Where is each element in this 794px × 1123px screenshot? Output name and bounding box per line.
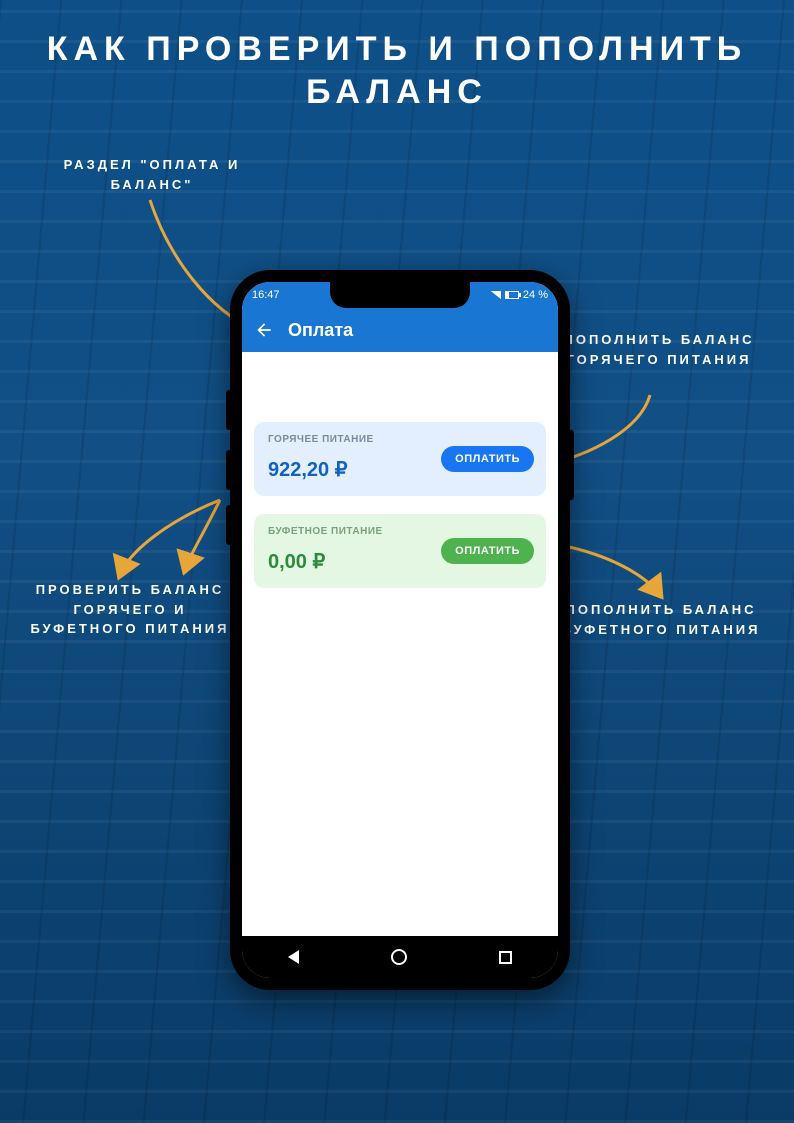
phone-screen: 16:47 24 % Оплата ГОРЯЧЕЕ ПИТАНИЕ 922,20… bbox=[242, 282, 558, 978]
annotation-topup-hot: ПОПОЛНИТЬ БАЛАНС ГОРЯЧЕГО ПИТАНИЯ bbox=[554, 330, 764, 369]
app-bar-title: Оплата bbox=[288, 320, 353, 341]
nav-back-icon[interactable] bbox=[288, 950, 299, 964]
android-navbar bbox=[242, 936, 558, 978]
annotation-section: РАЗДЕЛ "ОПЛАТА И БАЛАНС" bbox=[42, 155, 262, 194]
pay-buffet-button[interactable]: ОПЛАТИТЬ bbox=[441, 538, 534, 564]
card-buffet: БУФЕТНОЕ ПИТАНИЕ 0,00 ₽ ОПЛАТИТЬ bbox=[254, 514, 546, 588]
phone-notch bbox=[330, 282, 470, 308]
card-buffet-label: БУФЕТНОЕ ПИТАНИЕ bbox=[268, 526, 532, 537]
back-arrow-icon[interactable] bbox=[254, 320, 274, 340]
page-title: КАК ПРОВЕРИТЬ И ПОПОЛНИТЬ БАЛАНС bbox=[0, 28, 794, 113]
nav-home-icon[interactable] bbox=[391, 949, 407, 965]
card-hot-label: ГОРЯЧЕЕ ПИТАНИЕ bbox=[268, 434, 532, 445]
pay-hot-button[interactable]: ОПЛАТИТЬ bbox=[441, 446, 534, 472]
signal-icon bbox=[491, 291, 501, 299]
status-time: 16:47 bbox=[252, 289, 280, 301]
battery-icon bbox=[505, 291, 519, 299]
annotation-check-balance: ПРОВЕРИТЬ БАЛАНС ГОРЯЧЕГО И БУФЕТНОГО ПИ… bbox=[30, 580, 230, 639]
card-hot-meals: ГОРЯЧЕЕ ПИТАНИЕ 922,20 ₽ ОПЛАТИТЬ bbox=[254, 422, 546, 496]
content-area: ГОРЯЧЕЕ ПИТАНИЕ 922,20 ₽ ОПЛАТИТЬ БУФЕТН… bbox=[242, 352, 558, 588]
status-battery: 24 % bbox=[523, 289, 548, 301]
app-bar: Оплата bbox=[242, 308, 558, 352]
nav-recent-icon[interactable] bbox=[499, 951, 512, 964]
annotation-topup-buffet: ПОПОЛНИТЬ БАЛАНС БУФЕТНОГО ПИТАНИЯ bbox=[556, 600, 766, 639]
phone-frame: 16:47 24 % Оплата ГОРЯЧЕЕ ПИТАНИЕ 922,20… bbox=[230, 270, 570, 990]
